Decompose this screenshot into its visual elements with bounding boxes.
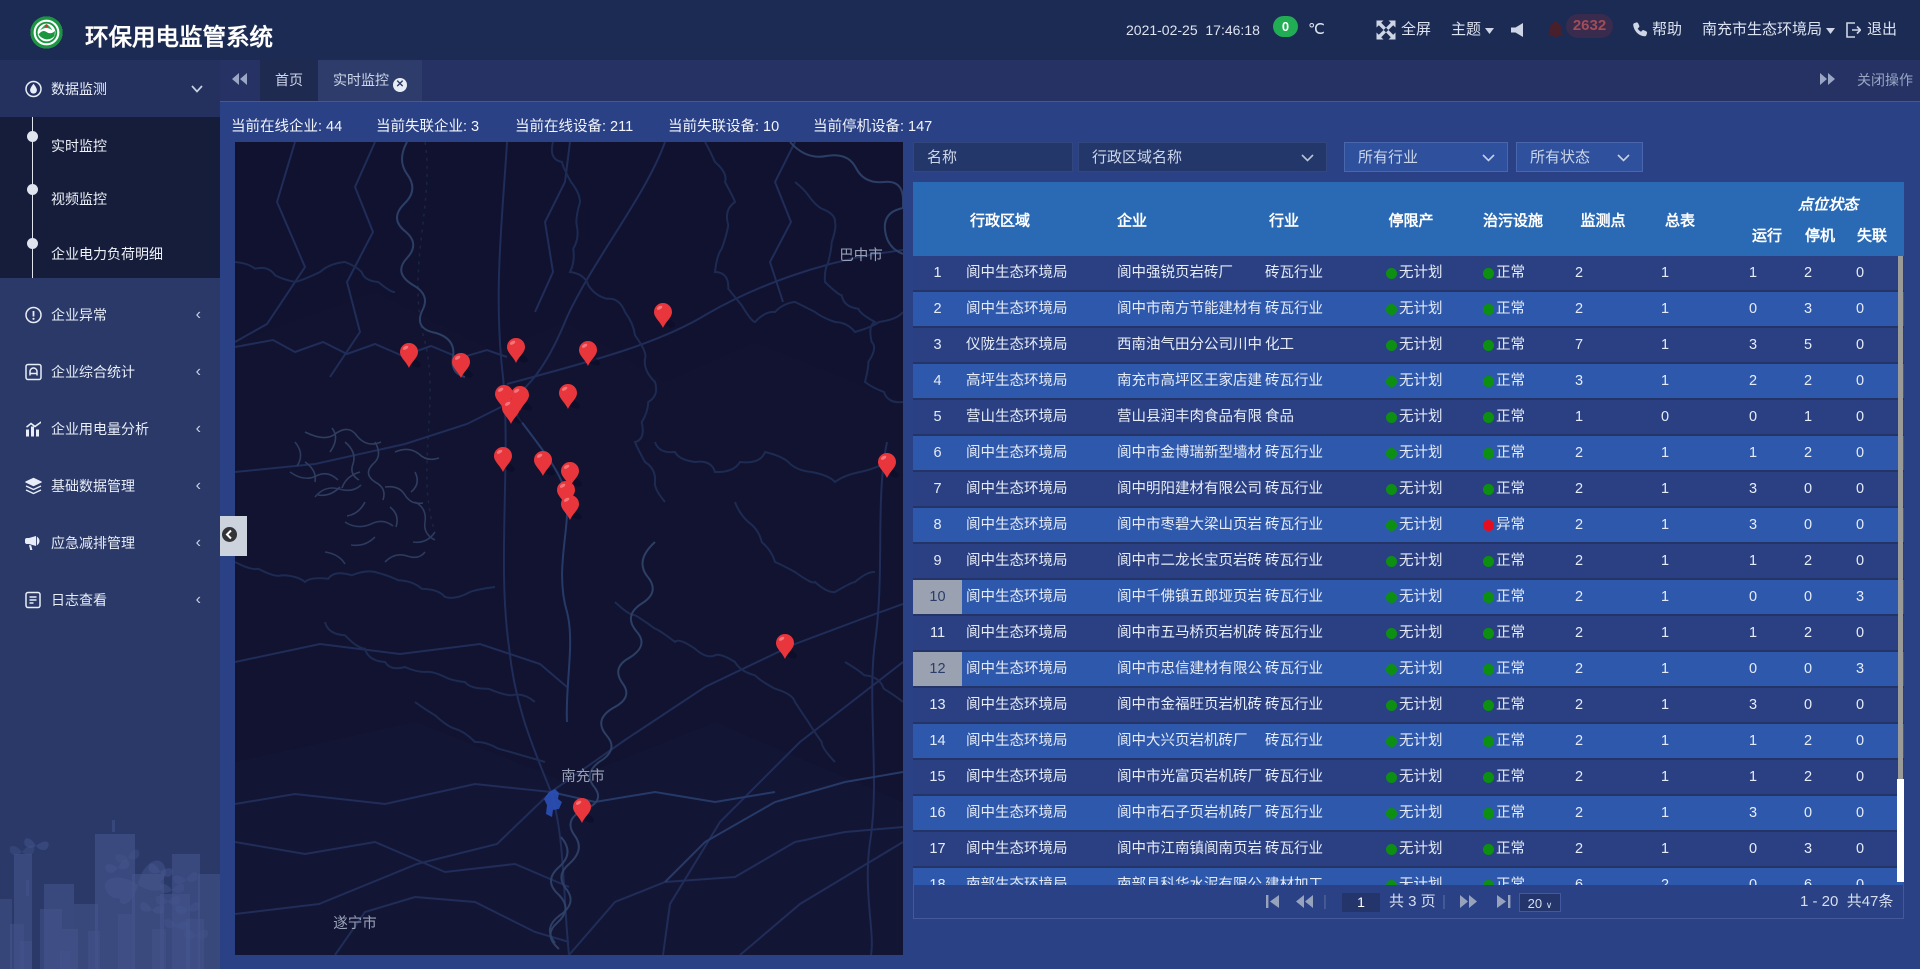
svg-text:遂宁市: 遂宁市 [333, 915, 377, 932]
svg-text:南充市: 南充市 [561, 768, 605, 785]
svg-text:巴中市: 巴中市 [839, 247, 883, 264]
